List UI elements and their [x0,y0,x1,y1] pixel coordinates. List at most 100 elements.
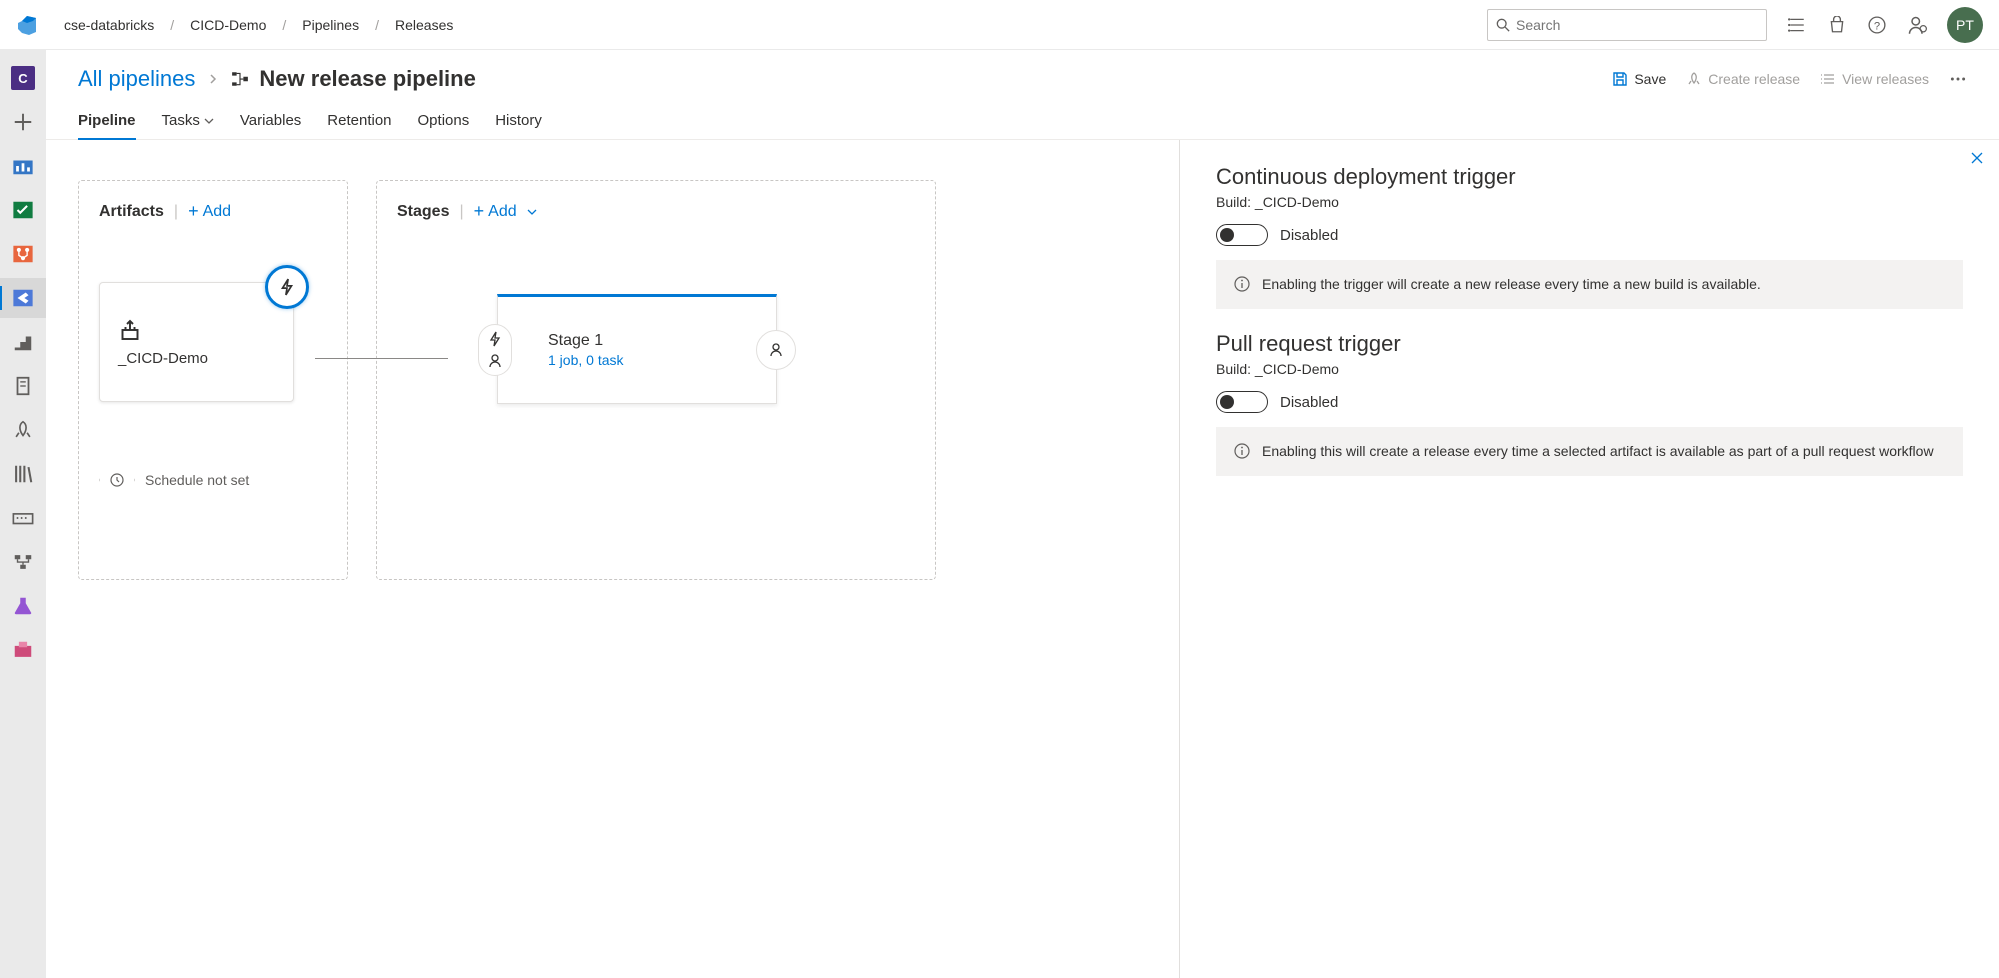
more-actions-button[interactable] [1949,70,1967,88]
pr-info-text: Enabling this will create a release ever… [1262,441,1934,462]
more-icon [1949,70,1967,88]
info-icon [1234,443,1250,459]
library-icon [12,463,34,485]
save-button[interactable]: Save [1612,71,1666,87]
lightning-icon [487,331,503,347]
lightning-icon [278,278,296,296]
add-artifact-button[interactable]: + Add [188,201,231,222]
artifacts-icon [12,639,34,661]
repos-icon [12,243,34,265]
stage-pre-conditions[interactable] [478,324,512,376]
sidebar-environments[interactable] [0,322,46,362]
search-icon [1496,18,1510,32]
sidebar-library[interactable] [0,454,46,494]
sidebar-rocket[interactable] [0,410,46,450]
breadcrumb-sep: / [282,17,286,33]
user-avatar[interactable]: PT [1947,7,1983,43]
svg-text:?: ? [1874,20,1880,32]
list-icon [1820,71,1836,87]
cd-trigger-build: Build: _CICD-Demo [1216,194,1963,210]
stages-panel: Stages | + Add [376,180,936,580]
sidebar-overview[interactable] [0,146,46,186]
stage-post-conditions[interactable] [756,330,796,370]
search-box[interactable] [1487,9,1767,41]
tabs: Pipeline Tasks Variables Retention Optio… [46,112,1999,140]
sidebar-taskgroups[interactable] [0,498,46,538]
schedule-text: Schedule not set [145,471,249,489]
top-header: cse-databricks / CICD-Demo / Pipelines /… [0,0,1999,50]
boards-icon [12,199,34,221]
pipelines-icon [12,287,34,309]
pipeline-breadcrumb: All pipelines New release pipeline [78,66,476,92]
sidebar-boards[interactable] [0,190,46,230]
pipeline-title[interactable]: New release pipeline [259,66,475,92]
environments-icon [12,331,34,353]
breadcrumb-project[interactable]: CICD-Demo [190,17,266,33]
sidebar-project[interactable]: C [0,58,46,98]
sidebar-pipelines[interactable] [0,278,46,318]
person-icon [487,353,503,369]
chevron-down-icon [204,116,214,126]
close-icon [1969,150,1985,166]
sidebar-repos[interactable] [0,234,46,274]
artifacts-panel: Artifacts | + Add _CICD-Demo [78,180,348,580]
sidebar-artifacts[interactable] [0,630,46,670]
artifact-trigger-badge[interactable] [265,265,309,309]
artifact-card[interactable]: _CICD-Demo [99,282,294,402]
cd-trigger-title: Continuous deployment trigger [1216,164,1963,190]
azure-devops-logo-icon [16,13,40,37]
breadcrumb-sep: / [375,17,379,33]
cd-info-text: Enabling the trigger will create a new r… [1262,274,1761,295]
breadcrumb-org[interactable]: cse-databricks [64,17,154,33]
stages-header: Stages [397,203,449,221]
rocket-icon [1686,71,1702,87]
close-panel-button[interactable] [1965,146,1989,170]
stage-jobs-link[interactable]: 1 job, 0 task [548,352,726,368]
build-artifact-icon [118,318,142,342]
tab-retention[interactable]: Retention [327,112,391,139]
tab-pipeline[interactable]: Pipeline [78,112,136,139]
cd-trigger-toggle[interactable] [1216,224,1268,246]
artifacts-header: Artifacts [99,203,164,221]
sidebar-releases[interactable] [0,366,46,406]
breadcrumb-section[interactable]: Pipelines [302,17,359,33]
stage-card[interactable]: Stage 1 1 job, 0 task [497,294,777,404]
schedule-row[interactable]: Schedule not set [99,462,327,498]
create-release-button[interactable]: Create release [1686,71,1800,87]
view-releases-button[interactable]: View releases [1820,71,1929,87]
cd-info-box: Enabling the trigger will create a new r… [1216,260,1963,309]
artifact-name: _CICD-Demo [118,350,275,367]
logo-area [16,13,64,37]
sidebar-deployment-groups[interactable] [0,542,46,582]
sidebar-add[interactable] [0,102,46,142]
chevron-down-icon [527,207,537,217]
rocket-icon [12,419,34,441]
plus-icon [12,111,34,133]
user-settings-icon[interactable] [1907,15,1927,35]
help-icon[interactable]: ? [1867,15,1887,35]
pipeline-canvas: Artifacts | + Add _CICD-Demo [46,140,1179,978]
tab-tasks[interactable]: Tasks [162,112,214,139]
keyboard-icon [12,507,34,529]
pr-info-box: Enabling this will create a release ever… [1216,427,1963,476]
plus-icon: + [188,201,199,222]
search-input[interactable] [1516,17,1758,33]
marketplace-icon[interactable] [1827,15,1847,35]
chevron-right-icon [207,73,219,85]
list-icon[interactable] [1787,15,1807,35]
tab-history[interactable]: History [495,112,542,139]
breadcrumb-sep: / [170,17,174,33]
schedule-hex [99,462,135,498]
server-icon [12,375,34,397]
sidebar-testplans[interactable] [0,586,46,626]
all-pipelines-link[interactable]: All pipelines [78,66,195,92]
add-stage-button[interactable]: + Add [474,201,537,222]
tab-variables[interactable]: Variables [240,112,301,139]
stage-name: Stage 1 [548,332,726,350]
pr-trigger-toggle[interactable] [1216,391,1268,413]
connector-line [315,358,448,359]
tab-options[interactable]: Options [418,112,470,139]
flask-icon [12,595,34,617]
person-icon [768,342,784,358]
breadcrumb-page[interactable]: Releases [395,17,453,33]
